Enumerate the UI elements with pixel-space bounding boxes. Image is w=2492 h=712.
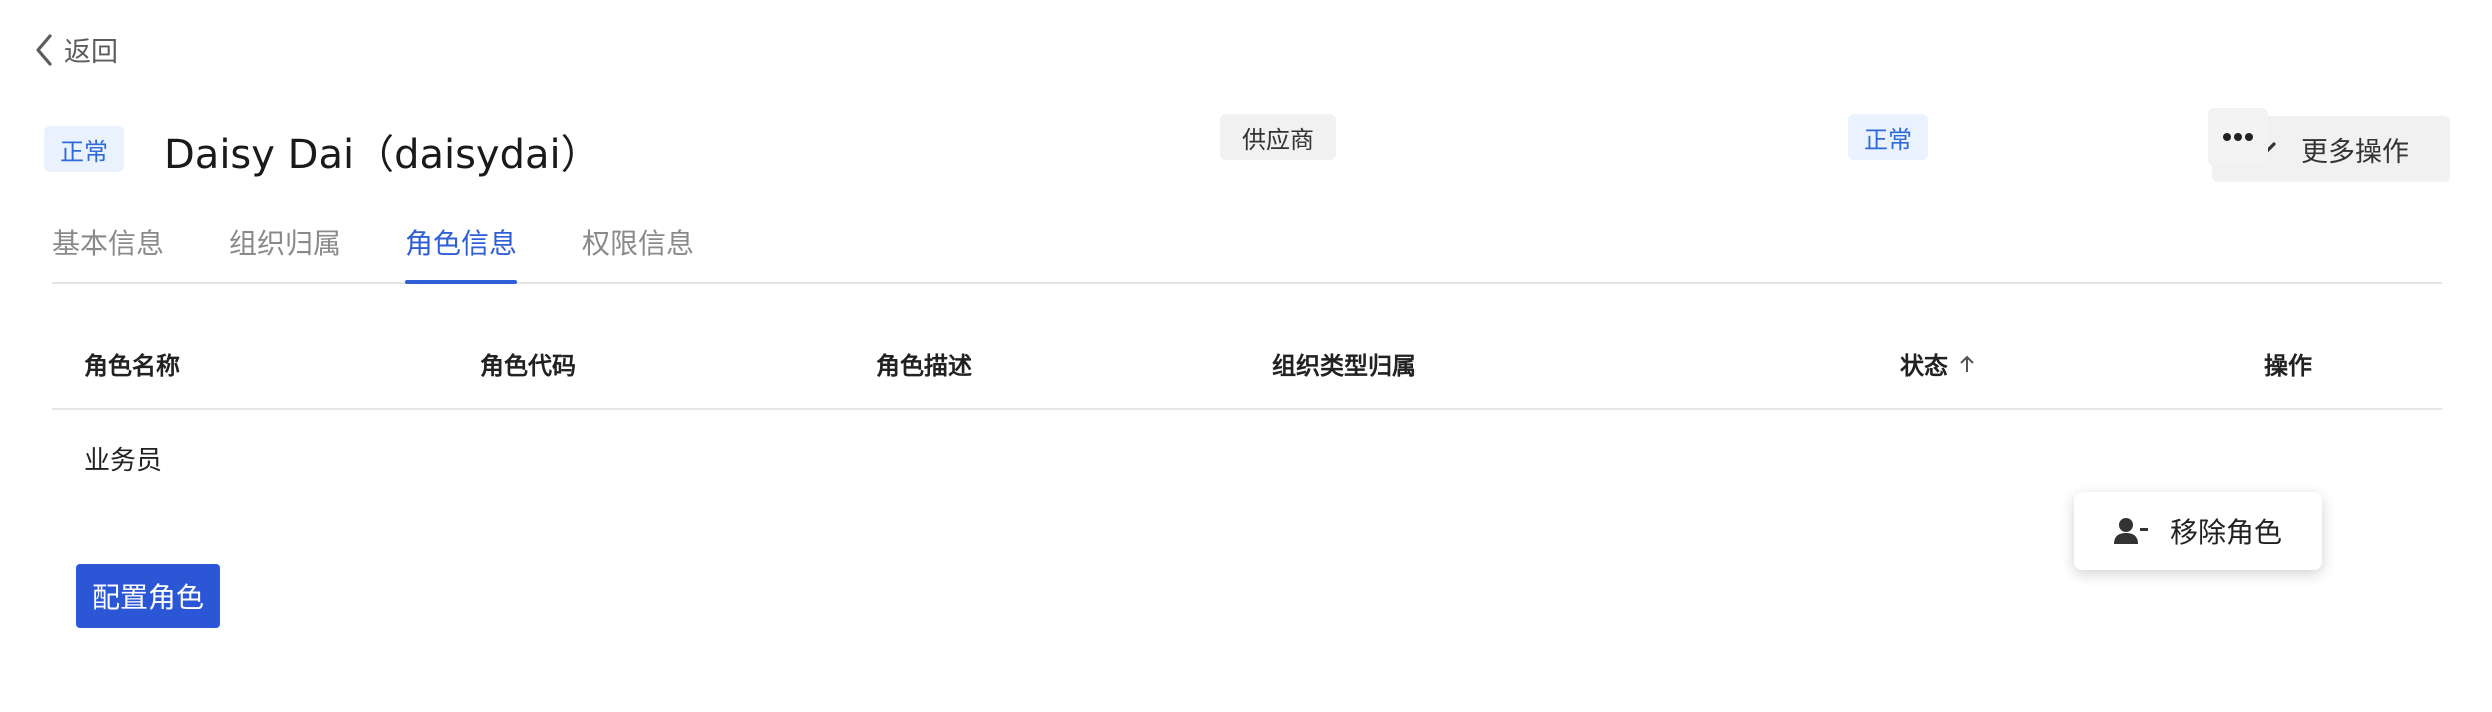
- col-role-code: 角色代码: [480, 352, 576, 380]
- chevron-left-icon: [36, 33, 52, 66]
- cell-role-name: 业务员: [84, 446, 163, 476]
- back-label: 返回: [64, 37, 118, 68]
- status-badge: 正常: [44, 126, 124, 172]
- col-actions: 操作: [2264, 352, 2312, 380]
- col-status[interactable]: 状态: [1900, 346, 1976, 381]
- more-horizontal-icon: [2223, 133, 2253, 141]
- user-minus-icon: [2114, 518, 2148, 544]
- more-actions-label: 更多操作: [2301, 136, 2409, 168]
- sort-arrow-up-icon: [1960, 355, 1974, 372]
- tab-role-info[interactable]: 角色信息: [405, 222, 518, 284]
- col-org-type: 组织类型归属: [1272, 352, 1416, 380]
- roles-table: 角色名称 角色代码 角色描述 组织类型归属 状态 操作 业务员: [52, 320, 2442, 508]
- role-info-page: 返回 正常 Daisy Dai（daisydai） 更多操作 基本信息 组织归属…: [0, 0, 2492, 712]
- back-link[interactable]: 返回: [32, 30, 118, 69]
- tab-org[interactable]: 组织归属: [229, 222, 341, 280]
- tab-permission-info[interactable]: 权限信息: [582, 222, 694, 280]
- tab-bar: 基本信息 组织归属 角色信息 权限信息: [52, 222, 2442, 284]
- tab-basic-info[interactable]: 基本信息: [52, 222, 164, 280]
- row-status-badge: 正常: [1848, 114, 1928, 160]
- table-header: 角色名称 角色代码 角色描述 组织类型归属 状态 操作: [52, 320, 2442, 410]
- row-more-button[interactable]: [2208, 108, 2268, 166]
- remove-role-item[interactable]: 移除角色: [2170, 511, 2282, 551]
- col-role-name: 角色名称: [84, 352, 180, 380]
- configure-role-button[interactable]: 配置角色: [76, 564, 220, 628]
- org-type-tag: 供应商: [1220, 114, 1336, 160]
- row-action-menu[interactable]: 移除角色: [2074, 492, 2322, 570]
- page-title: Daisy Dai（daisydai）: [164, 132, 601, 178]
- col-status-label: 状态: [1900, 352, 1948, 380]
- col-role-desc: 角色描述: [876, 352, 972, 380]
